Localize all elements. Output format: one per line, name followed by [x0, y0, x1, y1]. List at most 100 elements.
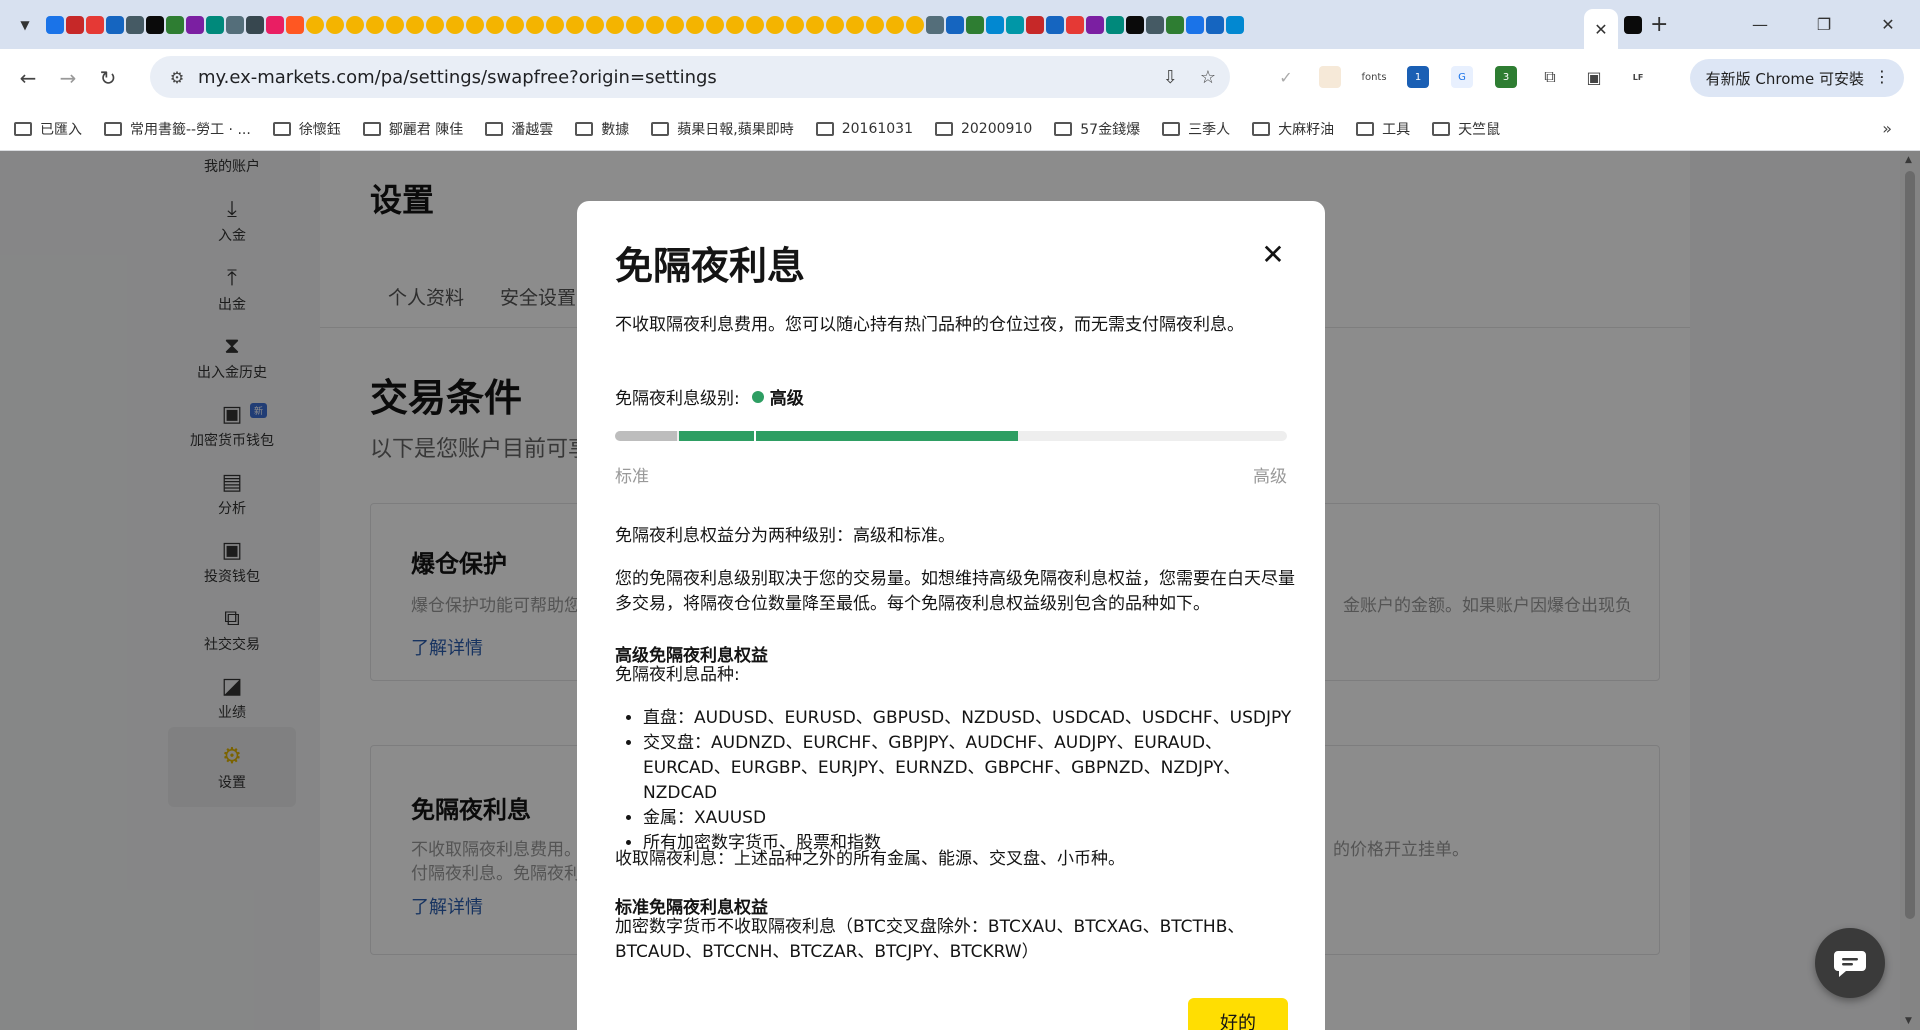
tab-favicon[interactable]: [1166, 15, 1184, 34]
tab-favicon[interactable]: [426, 15, 444, 34]
tab-favicon[interactable]: [886, 15, 904, 34]
bookmark-star-icon[interactable]: ☆: [1200, 67, 1216, 88]
tab-favicon[interactable]: [1624, 15, 1642, 34]
tab-favicon[interactable]: [666, 15, 684, 34]
install-app-icon[interactable]: ⇩: [1163, 67, 1178, 88]
tab-favicon[interactable]: [1186, 15, 1204, 34]
tab-favicon[interactable]: [1126, 15, 1144, 34]
tab-favicon[interactable]: [1086, 15, 1104, 34]
tab-favicon[interactable]: [966, 15, 984, 34]
extension-badge-3[interactable]: 3: [1495, 66, 1517, 88]
bookmark-folder[interactable]: 潘越雲: [485, 119, 553, 139]
tab-favicon[interactable]: [506, 15, 524, 34]
close-window-button[interactable]: ✕: [1856, 0, 1920, 49]
reload-button[interactable]: ↻: [88, 58, 128, 98]
extension-badge-1[interactable]: 1: [1407, 66, 1429, 88]
back-button[interactable]: ←: [8, 58, 48, 98]
minimize-button[interactable]: —: [1728, 0, 1792, 49]
tab-favicon[interactable]: [166, 15, 184, 34]
tab-favicon[interactable]: [906, 15, 924, 34]
smart-extension-icon[interactable]: [1319, 66, 1341, 88]
tab-favicon[interactable]: [86, 15, 104, 34]
tab-favicon[interactable]: [1106, 15, 1124, 34]
bookmarks-overflow-icon[interactable]: »: [1882, 119, 1892, 138]
tab-favicon[interactable]: [206, 15, 224, 34]
url-text[interactable]: my.ex-markets.com/pa/settings/swapfree?o…: [198, 67, 717, 88]
tab-favicon[interactable]: [1006, 15, 1024, 34]
bookmark-folder[interactable]: 20161031: [815, 121, 913, 137]
tab-favicon[interactable]: [46, 15, 64, 34]
bookmark-folder[interactable]: 工具: [1356, 119, 1410, 139]
bookmark-folder[interactable]: 20200910: [934, 121, 1032, 137]
bookmark-folder[interactable]: 鄒麗君 陳佳: [362, 119, 463, 139]
puzzle-extensions-icon[interactable]: ⧉: [1539, 66, 1561, 88]
ok-button[interactable]: 好的: [1188, 998, 1288, 1030]
tab-favicon[interactable]: [866, 15, 884, 34]
tab-favicon[interactable]: [946, 15, 964, 34]
forward-button[interactable]: →: [48, 58, 88, 98]
tab-favicon[interactable]: [746, 15, 764, 34]
more-menu-icon[interactable]: ⋮: [1874, 67, 1890, 86]
tab-favicon[interactable]: [246, 15, 264, 34]
bookmark-folder[interactable]: 57金錢爆: [1054, 119, 1140, 139]
tab-favicon[interactable]: [1046, 15, 1064, 34]
bookmark-folder[interactable]: 已匯入: [14, 119, 82, 139]
tab-favicon[interactable]: [926, 15, 944, 34]
tab-favicon[interactable]: [726, 15, 744, 34]
tab-favicon[interactable]: [126, 15, 144, 34]
translate-extension-icon[interactable]: G: [1451, 66, 1473, 88]
tab-favicon[interactable]: [1206, 15, 1224, 34]
tab-search-button[interactable]: ▼: [12, 12, 38, 38]
bookmark-folder[interactable]: 天竺鼠: [1432, 119, 1500, 139]
new-tab-button[interactable]: +: [1650, 12, 1668, 37]
tab-favicon[interactable]: [706, 15, 724, 34]
tab-favicon[interactable]: [826, 15, 844, 34]
tab-favicon[interactable]: [306, 15, 324, 34]
tab-favicon[interactable]: [1026, 15, 1044, 34]
site-info-icon[interactable]: ⚙: [160, 68, 194, 87]
bookmark-folder[interactable]: 常用書籤--勞工 · ...: [104, 119, 251, 139]
restore-button[interactable]: ❐: [1792, 0, 1856, 49]
tab-favicon[interactable]: [546, 15, 564, 34]
bookmark-folder[interactable]: 徐懷鈺: [272, 119, 341, 139]
tab-favicon[interactable]: [326, 15, 344, 34]
tab-favicon[interactable]: [846, 15, 864, 34]
tab-favicon[interactable]: [186, 15, 204, 34]
chat-button[interactable]: [1815, 928, 1885, 998]
linux-fans-extension-icon[interactable]: LF: [1627, 66, 1649, 88]
fonts-extension-icon[interactable]: fonts: [1361, 66, 1386, 88]
side-panel-icon[interactable]: ▣: [1583, 66, 1605, 88]
check-extension-icon[interactable]: ✓: [1275, 66, 1297, 88]
tab-favicon[interactable]: [386, 15, 404, 34]
tab-favicon[interactable]: [1146, 15, 1164, 34]
tab-favicon[interactable]: [66, 15, 84, 34]
tab-favicon[interactable]: [1066, 15, 1084, 34]
address-bar[interactable]: ⚙ my.ex-markets.com/pa/settings/swapfree…: [150, 56, 1230, 98]
tab-favicon[interactable]: [566, 15, 584, 34]
tab-favicon[interactable]: [586, 15, 604, 34]
tab-favicon[interactable]: [986, 15, 1004, 34]
tab-favicon[interactable]: [226, 15, 244, 34]
tab-favicon[interactable]: [466, 15, 484, 34]
tab-favicon[interactable]: [486, 15, 504, 34]
tab-favicon[interactable]: [406, 15, 424, 34]
tab-favicon[interactable]: [766, 15, 784, 34]
tab-favicon[interactable]: [686, 15, 704, 34]
bookmark-folder[interactable]: 大麻籽油: [1252, 119, 1334, 139]
bookmark-folder[interactable]: 三季人: [1162, 119, 1230, 139]
tab-favicon[interactable]: [786, 15, 804, 34]
close-icon[interactable]: ✕: [1594, 20, 1607, 39]
chrome-update-button[interactable]: 有新版 Chrome 可安裝 ⋮: [1689, 59, 1904, 97]
tab-favicon[interactable]: [606, 15, 624, 34]
tab-favicon[interactable]: [266, 15, 284, 34]
tab-favicon[interactable]: [146, 15, 164, 34]
tab-favicon[interactable]: [526, 15, 544, 34]
tab-favicon[interactable]: [646, 15, 664, 34]
tab-favicon[interactable]: [106, 15, 124, 34]
tab-favicon[interactable]: [1226, 15, 1244, 34]
close-icon[interactable]: ✕: [1259, 241, 1287, 269]
tab-favicon[interactable]: [446, 15, 464, 34]
tab-favicon[interactable]: [286, 15, 304, 34]
tab-favicon[interactable]: [626, 15, 644, 34]
bookmark-folder[interactable]: 數據: [575, 119, 629, 139]
